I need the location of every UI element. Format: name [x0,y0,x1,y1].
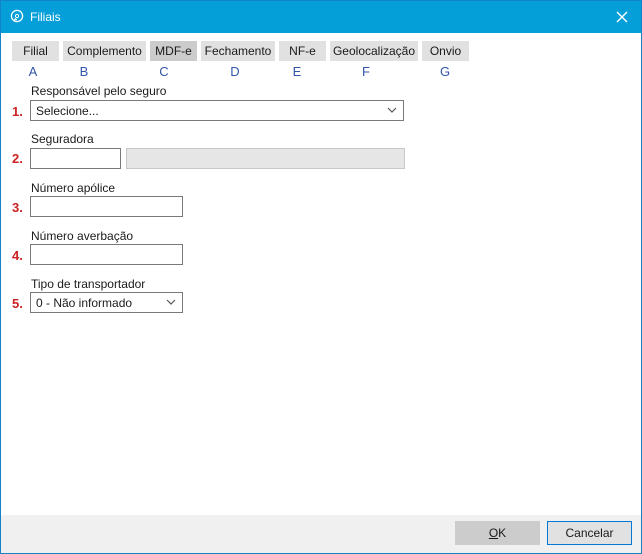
close-button[interactable] [602,1,641,33]
tab-filial[interactable]: Filial [12,41,59,61]
numero-apolice-label: Número apólice [31,181,116,195]
tab-label: Filial [23,44,48,58]
chat-bubble-icon [10,9,24,23]
chevron-down-icon [387,107,397,113]
tab-annotation-letter: G [439,64,451,79]
tab-annotation-letter: D [230,64,240,79]
field-annotation-number: 2. [12,151,23,166]
field-annotation-number: 3. [12,200,23,215]
field-annotation-number: 1. [12,104,23,119]
tab-label: Complemento [67,44,142,58]
dialog-footer [1,515,641,553]
cancel-button[interactable]: Cancelar [547,521,632,545]
field-annotation-number: 4. [12,248,23,263]
window-title: Filiais [30,10,61,24]
tab-onvio[interactable]: Onvio [422,41,469,61]
field-annotation-number: 5. [12,296,23,311]
tab-annotation-letter: B [79,64,89,79]
ok-label: OK [488,526,507,540]
responsavel-seguro-label: Responsável pelo seguro [31,84,167,98]
tab-annotation-letter: A [28,64,38,79]
numero-averbacao-label: Número averbação [31,229,134,243]
numero-apolice-input[interactable] [30,196,183,217]
numero-averbacao-input[interactable] [30,244,183,265]
tab-annotation-letter: E [292,64,302,79]
tab-label: Fechamento [204,44,272,58]
responsavel-seguro-select[interactable]: Selecione... [30,100,404,121]
tab-nf-e[interactable]: NF-e [279,41,326,61]
tab-label: Onvio [429,44,462,58]
tab-label: MDF-e [155,44,192,58]
tab-label: Geolocalização [332,44,416,58]
tab-annotation-letter: C [159,64,169,79]
tab-geolocalizacao[interactable]: Geolocalização [330,41,418,61]
dialog-window: Filiais Filial Complemento MDF-e Fechame… [0,0,642,554]
select-value: Selecione... [36,104,99,118]
cancel-label: Cancelar [565,526,614,540]
ok-button[interactable]: OK [455,521,540,545]
tab-fechamento[interactable]: Fechamento [201,41,275,61]
seguradora-code-input[interactable] [30,148,121,169]
chevron-down-icon [166,299,176,305]
seguradora-label: Seguradora [31,132,94,146]
seguradora-name-field [126,148,405,169]
tab-label: NF-e [289,44,316,58]
tipo-transportador-label: Tipo de transportador [31,277,146,291]
select-value: 0 - Não informado [36,296,133,310]
close-icon [616,11,627,23]
tab-complemento[interactable]: Complemento [63,41,146,61]
tab-mdf-e[interactable]: MDF-e [150,41,197,61]
tipo-transportador-select[interactable]: 0 - Não informado [30,292,183,313]
title-bar: Filiais [1,1,641,33]
tab-annotation-letter: F [362,64,370,79]
